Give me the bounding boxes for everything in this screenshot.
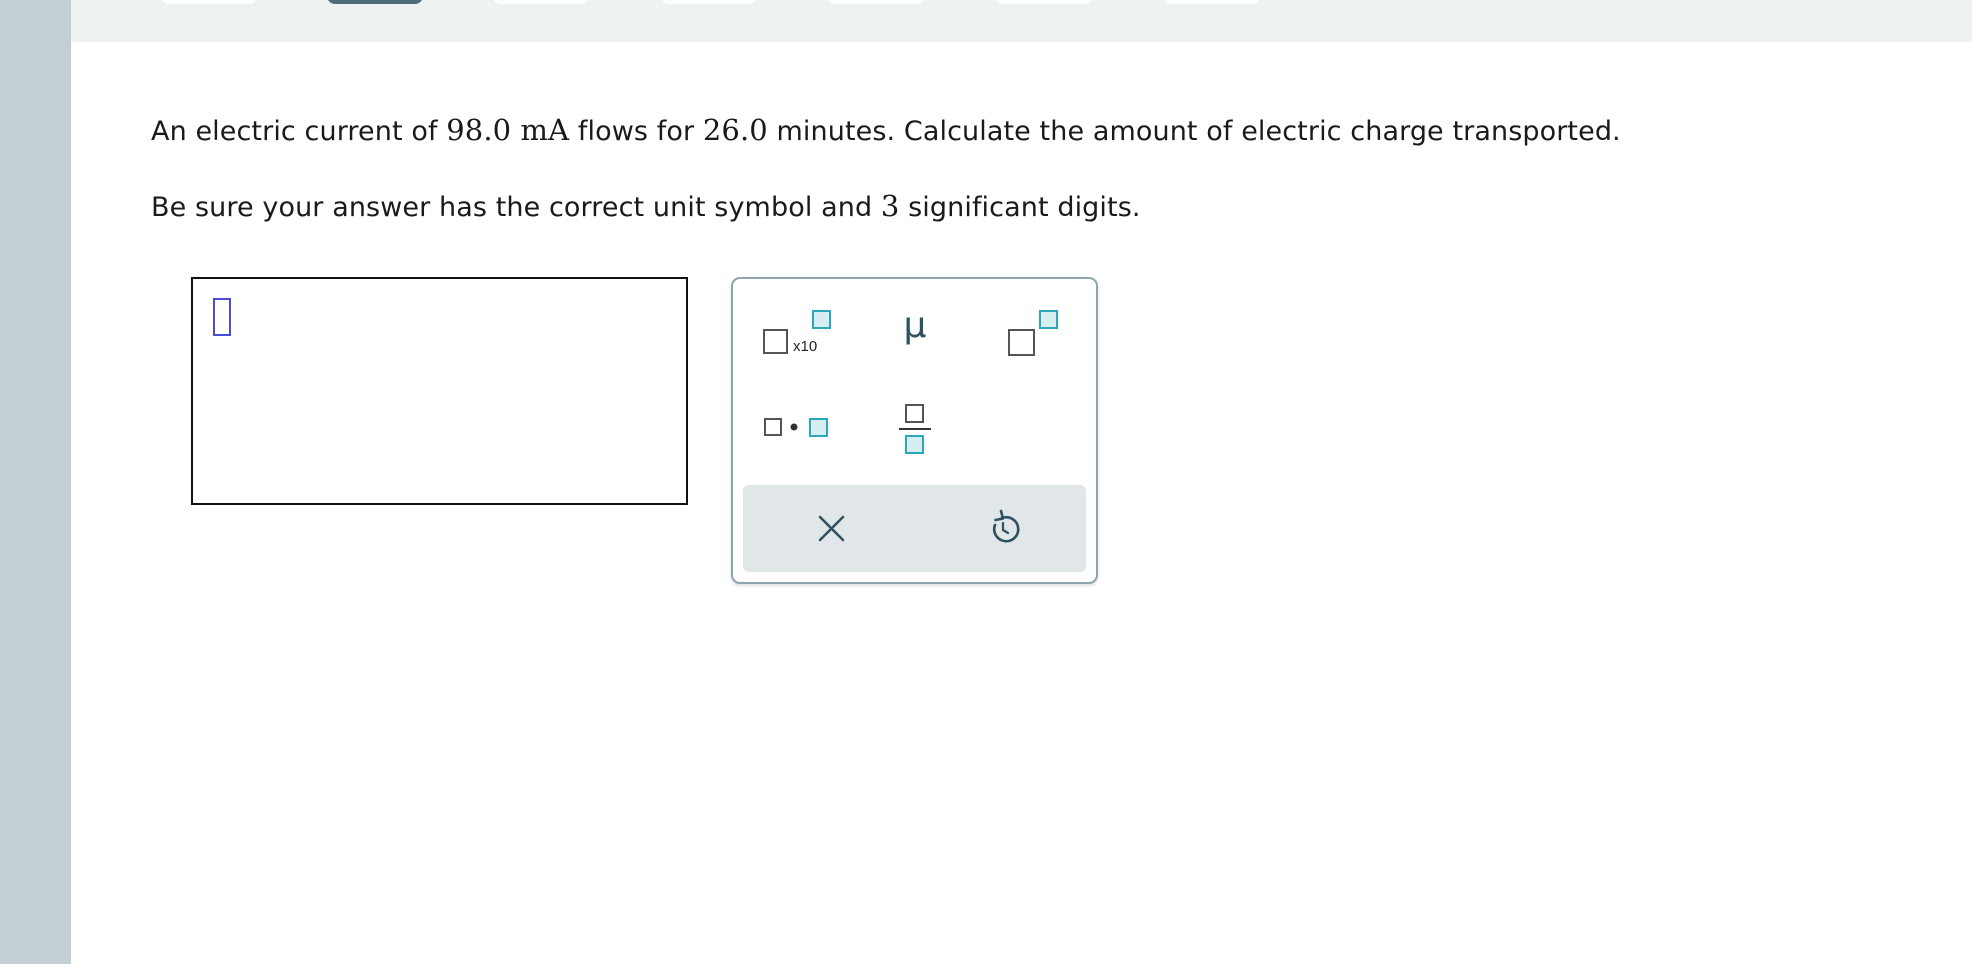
left-rail bbox=[0, 0, 71, 964]
progress-segment bbox=[161, 0, 257, 4]
progress-bar bbox=[71, 0, 1972, 42]
undo-icon bbox=[993, 509, 1020, 543]
fraction-button[interactable] bbox=[880, 397, 950, 477]
times-ten-power-button[interactable]: x10 bbox=[751, 303, 831, 365]
multiply-dot-icon bbox=[764, 418, 828, 437]
x10-label: x10 bbox=[793, 338, 818, 355]
instructions-text-part: Be sure your answer has the correct unit… bbox=[151, 192, 881, 223]
mu-prefix-button[interactable]: μ bbox=[880, 291, 950, 361]
progress-segment bbox=[661, 0, 757, 4]
answer-box[interactable] bbox=[191, 277, 688, 505]
question-text-part: An electric current of bbox=[151, 116, 447, 147]
answer-input[interactable] bbox=[213, 298, 231, 336]
times-ten-power-icon bbox=[763, 310, 831, 354]
palette-footer bbox=[743, 485, 1086, 572]
progress-segment bbox=[996, 0, 1092, 4]
progress-segment bbox=[493, 0, 589, 4]
superscript-button[interactable] bbox=[998, 303, 1078, 365]
question-text-part: minutes. Calculate the amount of electri… bbox=[767, 116, 1621, 147]
undo-button[interactable] bbox=[973, 499, 1033, 559]
sig-digits-value: 3 bbox=[880, 189, 900, 223]
progress-segment bbox=[828, 0, 924, 4]
progress-segment bbox=[1164, 0, 1260, 4]
superscript-icon bbox=[1008, 310, 1058, 356]
time-value: 26.0 bbox=[702, 113, 768, 147]
instructions-text-part: significant digits. bbox=[899, 192, 1141, 223]
math-palette: x10 μ bbox=[731, 277, 1098, 584]
clear-button[interactable] bbox=[801, 499, 861, 559]
current-value: 98.0 mA bbox=[446, 113, 570, 147]
fraction-icon bbox=[899, 404, 931, 454]
mu-prefix-icon: μ bbox=[903, 305, 927, 346]
question-text: An electric current of 98.0 mA flows for… bbox=[151, 110, 1621, 152]
progress-segment-current bbox=[327, 0, 423, 4]
clear-icon bbox=[818, 515, 845, 542]
question-text-part: flows for bbox=[569, 116, 703, 147]
multiply-dot-button[interactable] bbox=[751, 407, 831, 469]
instructions-text: Be sure your answer has the correct unit… bbox=[151, 186, 1141, 228]
